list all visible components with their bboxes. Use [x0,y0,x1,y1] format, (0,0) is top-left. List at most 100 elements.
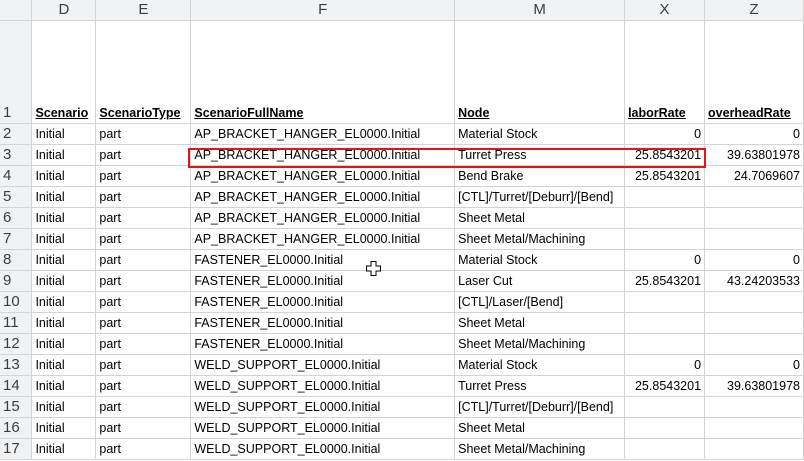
cell-scenariotype[interactable]: part [95,165,192,187]
cell-scenario[interactable]: Initial [31,396,97,418]
cell-scenario[interactable]: Initial [31,228,97,250]
cell-scenario[interactable]: Initial [31,270,97,292]
row-header[interactable]: 3 [0,144,33,166]
cell-laborrate[interactable]: 0 [624,354,706,376]
cell-overheadrate[interactable]: 0 [704,354,804,376]
cell-node[interactable]: Sheet Metal/Machining [454,228,626,250]
header-cell-node[interactable]: Node [454,20,626,124]
cell-overheadrate[interactable]: 43.24203533 [704,270,804,292]
cell-node[interactable]: Sheet Metal [454,312,626,334]
cell-scenariofullname[interactable]: AP_BRACKET_HANGER_EL0000.Initial [190,207,456,229]
cell-scenariofullname[interactable]: AP_BRACKET_HANGER_EL0000.Initial [190,186,456,208]
cell-laborrate[interactable] [624,207,706,229]
cell-overheadrate[interactable] [704,186,804,208]
cell-node[interactable]: Sheet Metal/Machining [454,438,626,460]
cell-scenario[interactable]: Initial [31,186,97,208]
column-header-f[interactable]: F [190,0,456,21]
cell-scenariofullname[interactable]: FASTENER_EL0000.Initial [190,270,456,292]
header-cell-overheadrate[interactable]: overheadRate [704,20,804,124]
cell-scenariofullname[interactable]: AP_BRACKET_HANGER_EL0000.Initial [190,144,456,166]
cell-scenariofullname[interactable]: FASTENER_EL0000.Initial [190,291,456,313]
cell-scenariotype[interactable]: part [95,249,192,271]
cell-scenario[interactable]: Initial [31,291,97,313]
cell-scenariofullname[interactable]: WELD_SUPPORT_EL0000.Initial [190,375,456,397]
row-header[interactable]: 13 [0,354,33,376]
row-header[interactable]: 9 [0,270,33,292]
header-cell-scenariofullname[interactable]: ScenarioFullName [190,20,456,124]
cell-scenario[interactable]: Initial [31,144,97,166]
row-header[interactable]: 2 [0,123,33,145]
cell-node[interactable]: Sheet Metal [454,417,626,439]
row-header[interactable]: 16 [0,417,33,439]
cell-scenariofullname[interactable]: WELD_SUPPORT_EL0000.Initial [190,438,456,460]
cell-node[interactable]: Material Stock [454,123,626,145]
cell-node[interactable]: Sheet Metal [454,207,626,229]
cell-scenario[interactable]: Initial [31,312,97,334]
cell-scenariofullname[interactable]: FASTENER_EL0000.Initial [190,312,456,334]
cell-scenariofullname[interactable]: AP_BRACKET_HANGER_EL0000.Initial [190,228,456,250]
cell-laborrate[interactable] [624,333,706,355]
cell-overheadrate[interactable] [704,228,804,250]
cell-node[interactable]: Material Stock [454,354,626,376]
cell-scenario[interactable]: Initial [31,354,97,376]
cell-laborrate[interactable]: 25.8543201 [624,144,706,166]
cell-node[interactable]: Material Stock [454,249,626,271]
column-header-d[interactable]: D [31,0,97,21]
row-header[interactable]: 8 [0,249,33,271]
cell-node[interactable]: Sheet Metal/Machining [454,333,626,355]
cell-scenariofullname[interactable]: WELD_SUPPORT_EL0000.Initial [190,354,456,376]
row-header[interactable]: 11 [0,312,33,334]
cell-scenario[interactable]: Initial [31,249,97,271]
cell-overheadrate[interactable]: 0 [704,123,804,145]
cell-scenariofullname[interactable]: WELD_SUPPORT_EL0000.Initial [190,417,456,439]
column-header-e[interactable]: E [95,0,192,21]
cell-laborrate[interactable]: 0 [624,249,706,271]
cell-overheadrate[interactable]: 39.63801978 [704,375,804,397]
cell-laborrate[interactable] [624,186,706,208]
select-all-corner[interactable] [0,0,33,21]
cell-laborrate[interactable] [624,396,706,418]
cell-laborrate[interactable]: 25.8543201 [624,375,706,397]
cell-node[interactable]: [CTL]/Laser/[Bend] [454,291,626,313]
cell-laborrate[interactable] [624,228,706,250]
header-cell-scenariotype[interactable]: ScenarioType [95,20,192,124]
column-header-z[interactable]: Z [704,0,804,21]
cell-scenariotype[interactable]: part [95,270,192,292]
cell-scenariotype[interactable]: part [95,228,192,250]
row-header[interactable]: 14 [0,375,33,397]
cell-scenariotype[interactable]: part [95,396,192,418]
cell-scenariofullname[interactable]: AP_BRACKET_HANGER_EL0000.Initial [190,123,456,145]
header-cell-laborrate[interactable]: laborRate [624,20,706,124]
header-cell-scenario[interactable]: Scenario [31,20,97,124]
cell-scenariotype[interactable]: part [95,354,192,376]
column-header-x[interactable]: X [624,0,706,21]
cell-node[interactable]: Turret Press [454,375,626,397]
cell-overheadrate[interactable] [704,438,804,460]
cell-node[interactable]: [CTL]/Turret/[Deburr]/[Bend] [454,396,626,418]
row-header[interactable]: 1 [0,20,33,124]
cell-laborrate[interactable] [624,417,706,439]
cell-scenariofullname[interactable]: FASTENER_EL0000.Initial [190,333,456,355]
cell-node[interactable]: Turret Press [454,144,626,166]
cell-scenario[interactable]: Initial [31,375,97,397]
cell-scenariotype[interactable]: part [95,417,192,439]
row-header[interactable]: 15 [0,396,33,418]
cell-scenario[interactable]: Initial [31,165,97,187]
cell-laborrate[interactable] [624,291,706,313]
row-header[interactable]: 10 [0,291,33,313]
cell-overheadrate[interactable] [704,417,804,439]
cell-scenariotype[interactable]: part [95,291,192,313]
cell-scenariotype[interactable]: part [95,438,192,460]
cell-overheadrate[interactable] [704,312,804,334]
cell-overheadrate[interactable] [704,333,804,355]
cell-laborrate[interactable] [624,438,706,460]
column-header-m[interactable]: M [454,0,626,21]
row-header[interactable]: 5 [0,186,33,208]
row-header[interactable]: 17 [0,438,33,460]
cell-scenariotype[interactable]: part [95,123,192,145]
cell-scenariofullname[interactable]: WELD_SUPPORT_EL0000.Initial [190,396,456,418]
cell-laborrate[interactable]: 0 [624,123,706,145]
cell-scenariofullname[interactable]: AP_BRACKET_HANGER_EL0000.Initial [190,165,456,187]
cell-scenariotype[interactable]: part [95,375,192,397]
cell-scenario[interactable]: Initial [31,333,97,355]
